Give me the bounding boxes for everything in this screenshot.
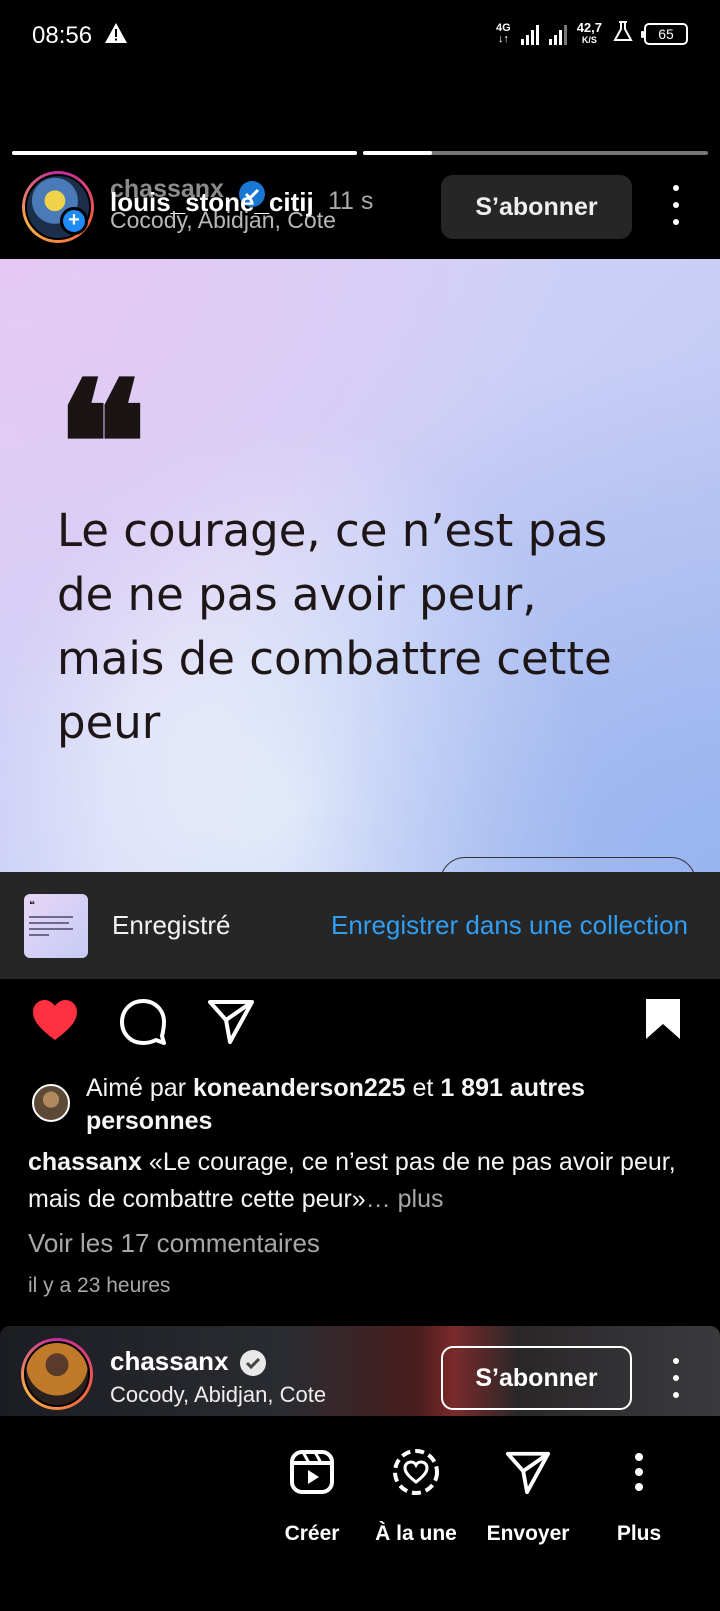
story-avatar[interactable] [22, 171, 94, 243]
signal-2-icon [548, 23, 567, 45]
post-image[interactable]: ❝ Le courage, ce n’est pas de ne pas avo… [0, 259, 720, 872]
post-caption[interactable]: chassanx «Le courage, ce n’est pas de ne… [28, 1144, 688, 1218]
next-post-username[interactable]: chassanx [110, 1346, 229, 1377]
next-post-location[interactable]: Cocody, Abidjan, Cote [110, 1382, 326, 1408]
follow-button[interactable]: S’abonner [441, 175, 632, 239]
network-speed: 42,7 K/S [576, 19, 602, 45]
more-options-icon[interactable] [664, 185, 688, 225]
status-indicators: 4G ↓↑ 42,7 K/S 65 [496, 20, 688, 47]
story-location[interactable]: Cocody, Abidjan, Cote [110, 207, 336, 234]
caption-more-link[interactable]: plus [391, 1185, 444, 1213]
like-heart-icon[interactable] [30, 996, 80, 1051]
highlight-heart-icon [356, 1442, 476, 1502]
bottom-action-bar: Créer À la une Envoyer Plus [0, 1416, 720, 1611]
add-story-plus-icon[interactable]: + [60, 207, 88, 235]
story-progress-2-fill [363, 151, 432, 155]
signal-icon [520, 23, 539, 45]
liker-username: koneanderson225 [192, 1074, 406, 1102]
story-progress-1 [12, 151, 357, 155]
saved-toast: ❝ Enregistré Enregistrer dans une collec… [0, 872, 720, 979]
highlight-label: À la une [375, 1522, 457, 1545]
create-button[interactable]: Créer [252, 1442, 372, 1546]
send-label: Envoyer [486, 1522, 570, 1545]
post-actions [0, 996, 720, 1056]
liker-avatar [32, 1084, 70, 1122]
caption-ellipsis: … [365, 1185, 391, 1213]
reels-create-icon [252, 1442, 372, 1502]
warning-icon [104, 22, 128, 49]
next-verified-badge-icon [238, 1348, 268, 1383]
author-pill [440, 857, 696, 872]
story-progress-2 [363, 151, 708, 155]
comment-icon[interactable] [118, 996, 168, 1051]
saved-label: Enregistré [112, 910, 231, 940]
next-more-options-icon[interactable] [664, 1358, 688, 1398]
battery-icon: 65 [641, 22, 688, 45]
status-time: 08:56 [32, 22, 93, 49]
send-icon [468, 1442, 588, 1502]
bookmark-icon[interactable] [643, 996, 683, 1047]
status-bar: 08:56 4G ↓↑ 42,7 K/S 65 [0, 0, 720, 72]
story-progress-1-fill [12, 151, 357, 155]
likes-text[interactable]: Aimé par koneanderson225 et 1 891 autres… [86, 1072, 706, 1138]
highlight-button[interactable]: À la une [356, 1442, 476, 1546]
next-follow-button[interactable]: S’abonner [441, 1346, 632, 1410]
battery-level: 65 [658, 25, 674, 42]
more-button[interactable]: Plus [579, 1442, 699, 1546]
next-post-header: chassanx Cocody, Abidjan, Cote S’abonner [0, 1326, 720, 1416]
send-button[interactable]: Envoyer [468, 1442, 588, 1546]
saved-thumbnail: ❝ [24, 894, 88, 958]
view-comments-link[interactable]: Voir les 17 commentaires [28, 1228, 320, 1259]
more-vertical-icon [579, 1442, 699, 1502]
create-label: Créer [284, 1522, 340, 1545]
save-to-collection-link[interactable]: Enregistrer dans une collection [331, 910, 688, 941]
next-post-avatar[interactable] [21, 1338, 93, 1410]
caption-username: chassanx [28, 1148, 142, 1176]
quote-text: Le courage, ce n’est pas de ne pas avoir… [57, 504, 612, 749]
more-label: Plus [616, 1522, 662, 1545]
network-type: 4G ↓↑ [496, 21, 511, 45]
lab-flask-icon [612, 20, 634, 47]
story-header: + chassanx louis_stone_citij 11 s Cocody… [0, 165, 720, 255]
share-send-icon[interactable] [206, 996, 256, 1051]
post-timestamp: il y a 23 heures [28, 1274, 171, 1297]
